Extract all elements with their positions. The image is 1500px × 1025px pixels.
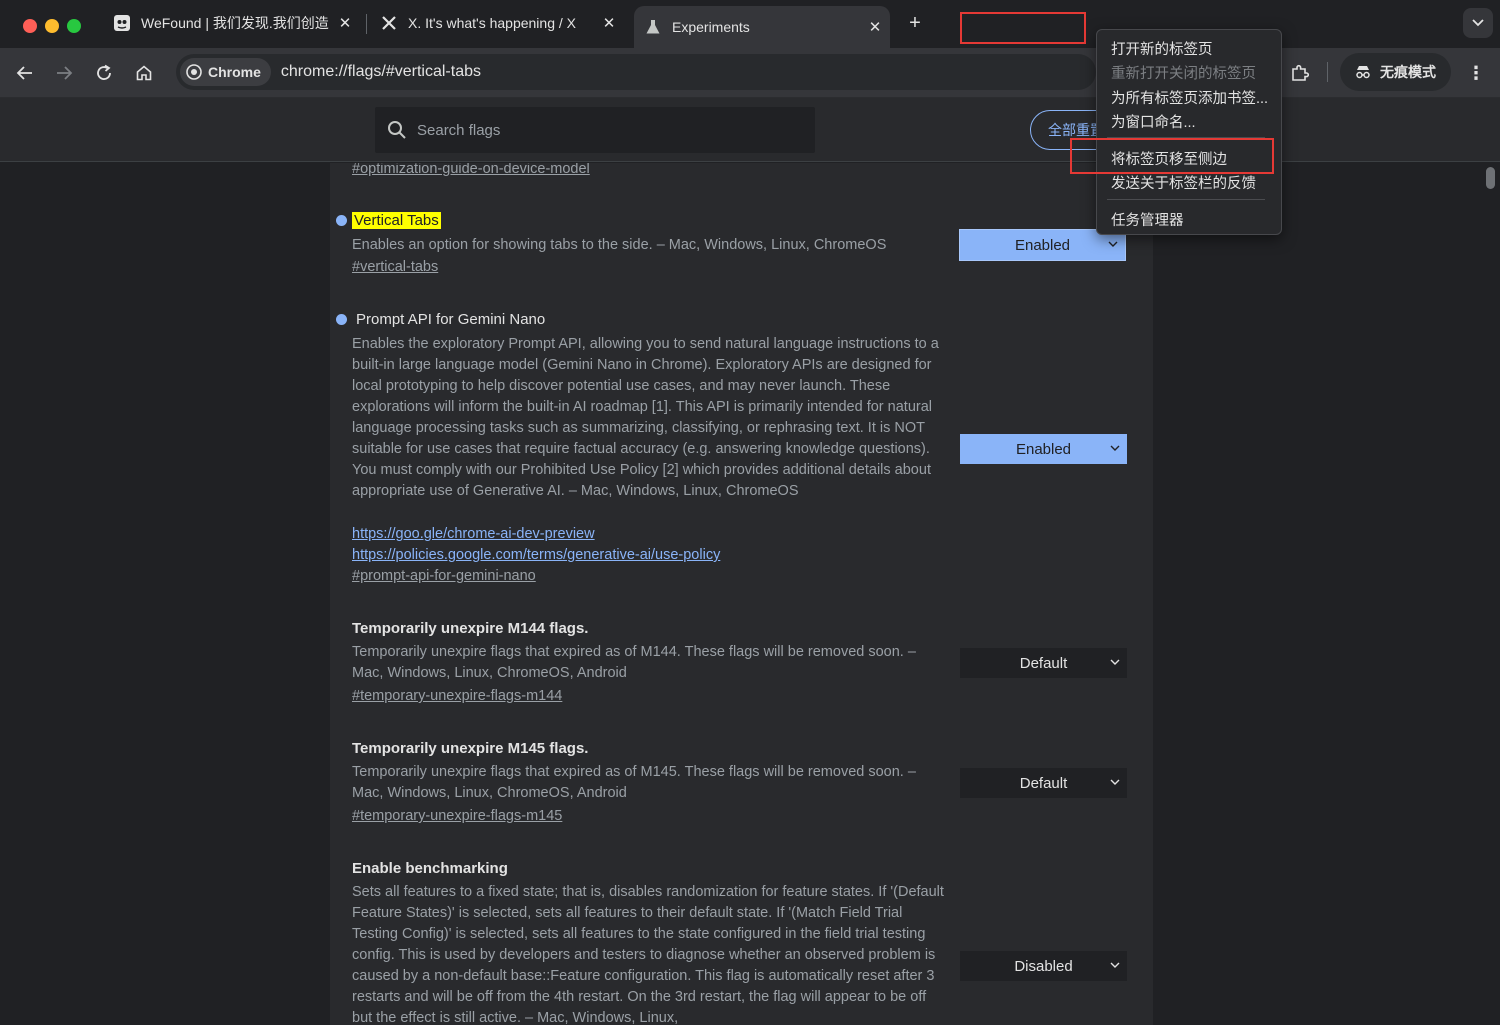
chevron-down-icon xyxy=(1472,19,1484,27)
search-icon xyxy=(388,121,406,139)
flag-select-m145[interactable]: Default xyxy=(960,768,1127,798)
chevron-down-icon xyxy=(1110,962,1120,968)
url-text: chrome://flags/#vertical-tabs xyxy=(280,63,481,80)
flag-title-vertical-tabs: Vertical Tabs xyxy=(352,212,441,229)
tab-title: X. It's what's happening / X xyxy=(408,15,576,31)
chevron-down-icon xyxy=(1110,779,1120,785)
flag-title-benchmarking: Enable benchmarking xyxy=(352,860,508,877)
annotation-highlight-box xyxy=(1070,138,1274,174)
tab-experiments[interactable]: Experiments ✕ xyxy=(634,6,890,48)
menu-item-name-window[interactable]: 为窗口命名... xyxy=(1111,111,1196,132)
home-icon xyxy=(136,65,152,81)
modified-indicator-dot xyxy=(336,314,347,325)
reload-icon xyxy=(97,64,111,80)
tab-search-button[interactable] xyxy=(1463,8,1493,38)
tabstrip-context-menu: 打开新的标签页 重新打开关闭的标签页 为所有标签页添加书签... 为窗口命名..… xyxy=(1096,29,1282,235)
tab-separator xyxy=(366,14,367,34)
arrow-left-icon xyxy=(16,66,32,80)
tab-close-icon[interactable]: ✕ xyxy=(866,18,884,36)
chevron-down-icon xyxy=(1110,659,1120,665)
chrome-icon xyxy=(186,64,202,80)
home-button[interactable] xyxy=(129,58,159,88)
menu-item-task-manager[interactable]: 任务管理器 xyxy=(1111,209,1184,230)
flag-select-m144[interactable]: Default xyxy=(960,648,1127,678)
more-vert-icon: ⋮ xyxy=(1467,62,1485,83)
forward-button[interactable] xyxy=(49,58,79,88)
site-info-chip[interactable]: Chrome xyxy=(180,58,271,86)
chevron-down-icon xyxy=(1108,241,1118,247)
search-flags-input[interactable] xyxy=(417,121,787,139)
reload-button[interactable] xyxy=(89,58,119,88)
plus-icon: + xyxy=(909,11,921,34)
window-zoom-button[interactable] xyxy=(67,19,81,33)
flag-desc: Enables an option for showing tabs to th… xyxy=(352,237,887,253)
tab-title: WeFound | 我们发现.我们创造 xyxy=(141,15,329,31)
flag-anchor-link[interactable]: #temporary-unexpire-flags-m145 xyxy=(352,808,562,824)
menu-item-tabstrip-feedback[interactable]: 发送关于标签栏的反馈 xyxy=(1111,172,1256,193)
incognito-indicator[interactable]: 无痕模式 xyxy=(1340,53,1451,91)
x-logo-icon xyxy=(380,14,398,32)
flag-select-benchmarking[interactable]: Disabled xyxy=(960,951,1127,981)
extensions-button[interactable] xyxy=(1285,58,1315,88)
back-button[interactable] xyxy=(10,58,40,88)
tab-close-icon[interactable]: ✕ xyxy=(336,14,354,32)
flag-anchor-link[interactable]: #temporary-unexpire-flags-m144 xyxy=(352,688,562,704)
chip-label: Chrome xyxy=(208,64,261,80)
window-minimize-button[interactable] xyxy=(45,19,59,33)
flag-desc: Enables the exploratory Prompt API, allo… xyxy=(352,336,939,499)
flag-anchor-link[interactable]: #prompt-api-for-gemini-nano xyxy=(352,568,536,584)
flag-desc: Temporarily unexpire flags that expired … xyxy=(352,764,916,801)
menu-item-bookmark-all-tabs[interactable]: 为所有标签页添加书签... xyxy=(1111,87,1268,108)
modified-indicator-dot xyxy=(336,215,347,226)
select-value: Enabled xyxy=(1014,236,1071,254)
chevron-down-icon xyxy=(1110,445,1120,451)
select-value: Default xyxy=(1019,774,1068,792)
search-box[interactable] xyxy=(375,107,815,153)
flask-icon xyxy=(644,18,662,36)
search-highlight: Vertical Tabs xyxy=(352,212,441,229)
flag-title-m145: Temporarily unexpire M145 flags. xyxy=(352,740,589,757)
tab-x[interactable]: X. It's what's happening / X ✕ xyxy=(372,6,624,40)
select-value: Default xyxy=(1019,654,1068,672)
flag-desc: Sets all features to a fixed state; that… xyxy=(352,884,944,1025)
select-value: Disabled xyxy=(1014,957,1073,975)
menu-item-reopen-closed-tab: 重新打开关闭的标签页 xyxy=(1111,66,1256,82)
scrollbar-thumb[interactable] xyxy=(1486,167,1495,189)
flag-reference-link[interactable]: https://goo.gle/chrome-ai-dev-preview xyxy=(352,526,595,542)
puzzle-icon xyxy=(1292,64,1310,81)
tab-close-icon[interactable]: ✕ xyxy=(600,14,618,32)
arrow-right-icon xyxy=(57,66,73,80)
incognito-icon xyxy=(1356,66,1370,79)
flag-anchor-link[interactable]: #vertical-tabs xyxy=(352,259,438,275)
flag-reference-link[interactable]: https://policies.google.com/terms/genera… xyxy=(352,547,720,563)
toolbar-separator xyxy=(1327,62,1328,82)
flag-title-prompt-api: Prompt API for Gemini Nano xyxy=(356,311,546,328)
flag-anchor-link[interactable]: #optimization-guide-on-device-model xyxy=(352,163,590,177)
new-tab-button[interactable]: + xyxy=(904,12,926,34)
menu-item-new-tab[interactable]: 打开新的标签页 xyxy=(1111,38,1213,59)
flag-title-m144: Temporarily unexpire M144 flags. xyxy=(352,620,589,637)
flags-content: #optimization-guide-on-device-model Vert… xyxy=(0,163,1500,1025)
window-close-button[interactable] xyxy=(23,19,37,33)
annotation-highlight-box xyxy=(960,12,1086,44)
incognito-label: 无痕模式 xyxy=(1380,64,1436,80)
tab-title: Experiments xyxy=(672,19,750,35)
address-bar[interactable]: Chrome chrome://flags/#vertical-tabs xyxy=(176,54,1096,90)
flag-select-prompt-api[interactable]: Enabled xyxy=(960,434,1127,464)
flag-desc: Temporarily unexpire flags that expired … xyxy=(352,644,916,681)
chrome-menu-button[interactable]: ⋮ xyxy=(1462,58,1490,88)
tab-wefound[interactable]: WeFound | 我们发现.我们创造 ✕ xyxy=(105,6,360,40)
select-value: Enabled xyxy=(1015,440,1072,458)
menu-separator xyxy=(1107,199,1265,200)
wefound-icon xyxy=(113,14,131,32)
